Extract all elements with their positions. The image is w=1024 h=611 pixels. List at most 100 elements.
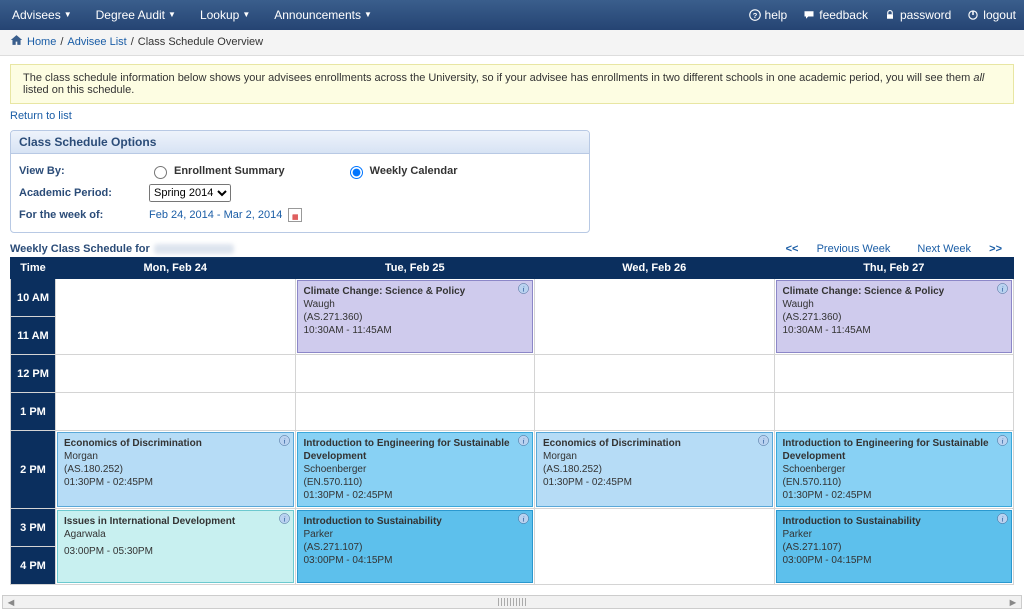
svg-text:i: i (283, 514, 285, 523)
info-banner: The class schedule information below sho… (10, 64, 1014, 104)
previous-week-link[interactable]: << Previous Week (780, 243, 897, 255)
academic-period-label: Academic Period: (19, 187, 149, 199)
horizontal-scrollbar[interactable]: ◄ ► (2, 595, 1022, 609)
weekly-calendar-radio-label: Weekly Calendar (370, 165, 458, 177)
nav-announcements[interactable]: Announcements▼ (262, 0, 384, 30)
event-issues-mon[interactable]: i Issues in International Development Ag… (57, 510, 294, 583)
event-instructor: Waugh (304, 298, 527, 311)
lock-icon (884, 9, 896, 21)
feedback-label: feedback (819, 0, 868, 30)
event-engsust-tue[interactable]: i Introduction to Engineering for Sustai… (297, 432, 534, 507)
time-slot: 4 PM (11, 547, 56, 585)
svg-text:i: i (1001, 284, 1003, 293)
password-label: password (900, 0, 951, 30)
info-icon[interactable]: i (997, 513, 1008, 524)
svg-text:i: i (522, 514, 524, 523)
scroll-right-arrow-icon[interactable]: ► (1007, 597, 1019, 609)
banner-text-b: listed on this schedule. (23, 84, 134, 96)
weekly-calendar: Time Mon, Feb 24 Tue, Feb 25 Wed, Feb 26… (10, 257, 1014, 585)
event-time: 01:30PM - 02:45PM (304, 489, 527, 502)
event-code: (AS.271.107) (304, 541, 527, 554)
time-header: Time (11, 258, 56, 279)
nav-advisees[interactable]: Advisees▼ (0, 0, 84, 30)
logout-link[interactable]: logout (959, 0, 1024, 30)
event-time: 10:30AM - 11:45AM (783, 324, 1006, 337)
nav-degree-audit[interactable]: Degree Audit▼ (84, 0, 188, 30)
event-title: Climate Change: Science & Policy (783, 285, 1006, 298)
event-time: 03:00PM - 04:15PM (783, 554, 1006, 567)
enrollment-summary-radio[interactable]: Enrollment Summary (149, 163, 285, 179)
event-time: 01:30PM - 02:45PM (783, 489, 1006, 502)
event-title: Climate Change: Science & Policy (304, 285, 527, 298)
info-icon[interactable]: i (518, 513, 529, 524)
info-icon[interactable]: i (518, 283, 529, 294)
event-climate-thu[interactable]: i Climate Change: Science & Policy Waugh… (776, 280, 1013, 353)
svg-text:i: i (522, 284, 524, 293)
event-introsust-thu[interactable]: i Introduction to Sustainability Parker … (776, 510, 1013, 583)
event-econ-mon[interactable]: i Economics of Discrimination Morgan (AS… (57, 432, 294, 507)
svg-text:i: i (762, 436, 764, 445)
info-icon[interactable]: i (997, 283, 1008, 294)
event-introsust-tue[interactable]: i Introduction to Sustainability Parker … (297, 510, 534, 583)
week-range-value: Feb 24, 2014 - Mar 2, 2014 (149, 209, 282, 221)
feedback-link[interactable]: feedback (795, 0, 876, 30)
caret-down-icon: ▼ (364, 0, 372, 30)
nav-lookup[interactable]: Lookup▼ (188, 0, 262, 30)
info-icon[interactable]: i (758, 435, 769, 446)
svg-text:i: i (1001, 436, 1003, 445)
event-time: 10:30AM - 11:45AM (304, 324, 527, 337)
redacted-student-name (154, 244, 234, 254)
event-time: 03:00PM - 05:30PM (64, 545, 287, 558)
event-title: Issues in International Development (64, 515, 287, 528)
scroll-left-arrow-icon[interactable]: ◄ (5, 597, 17, 609)
home-icon[interactable] (10, 34, 23, 49)
event-code: (AS.180.252) (64, 463, 287, 476)
breadcrumb-advisee-list[interactable]: Advisee List (67, 36, 126, 48)
event-econ-wed[interactable]: i Economics of Discrimination Morgan (AS… (536, 432, 773, 507)
academic-period-select[interactable]: Spring 2014 (149, 184, 231, 202)
next-week-label: Next Week (917, 243, 971, 255)
event-engsust-thu[interactable]: i Introduction to Engineering for Sustai… (776, 432, 1013, 507)
weekly-calendar-radio[interactable]: Weekly Calendar (345, 163, 458, 179)
time-slot: 1 PM (11, 393, 56, 431)
breadcrumb-home[interactable]: Home (27, 36, 56, 48)
help-icon: ? (749, 9, 761, 21)
time-slot: 11 AM (11, 317, 56, 355)
password-link[interactable]: password (876, 0, 959, 30)
event-instructor: Morgan (543, 450, 766, 463)
svg-text:?: ? (752, 11, 757, 20)
enrollment-summary-radio-label: Enrollment Summary (174, 165, 285, 177)
info-icon[interactable]: i (279, 513, 290, 524)
event-title: Economics of Discrimination (543, 437, 766, 450)
info-icon[interactable]: i (518, 435, 529, 446)
schedule-options-panel: Class Schedule Options View By: Enrollme… (10, 130, 590, 233)
nav-lookup-label: Lookup (200, 0, 239, 30)
power-icon (967, 9, 979, 21)
breadcrumb-sep: / (60, 36, 63, 48)
logout-label: logout (983, 0, 1016, 30)
scroll-grip[interactable] (498, 598, 526, 606)
info-icon[interactable]: i (279, 435, 290, 446)
event-instructor: Waugh (783, 298, 1006, 311)
help-label: help (765, 0, 788, 30)
info-icon[interactable]: i (997, 435, 1008, 446)
return-to-list-link[interactable]: Return to list (10, 110, 72, 122)
help-link[interactable]: ? help (741, 0, 796, 30)
nav-advisees-label: Advisees (12, 0, 61, 30)
caret-down-icon: ▼ (242, 0, 250, 30)
event-code: (AS.271.360) (304, 311, 527, 324)
next-week-link[interactable]: Next Week >> (911, 243, 1008, 255)
nav-announcements-label: Announcements (274, 0, 361, 30)
previous-week-label: Previous Week (817, 243, 891, 255)
chat-icon (803, 9, 815, 21)
options-panel-title: Class Schedule Options (11, 131, 589, 154)
time-slot: 10 AM (11, 279, 56, 317)
event-title: Introduction to Engineering for Sustaina… (304, 437, 527, 463)
event-instructor: Morgan (64, 450, 287, 463)
calendar-icon[interactable]: ▦ (288, 208, 302, 222)
event-title: Introduction to Engineering for Sustaina… (783, 437, 1006, 463)
event-instructor: Schoenberger (783, 463, 1006, 476)
caret-down-icon: ▼ (168, 0, 176, 30)
event-climate-tue[interactable]: i Climate Change: Science & Policy Waugh… (297, 280, 534, 353)
banner-text-ital: all (973, 72, 984, 84)
